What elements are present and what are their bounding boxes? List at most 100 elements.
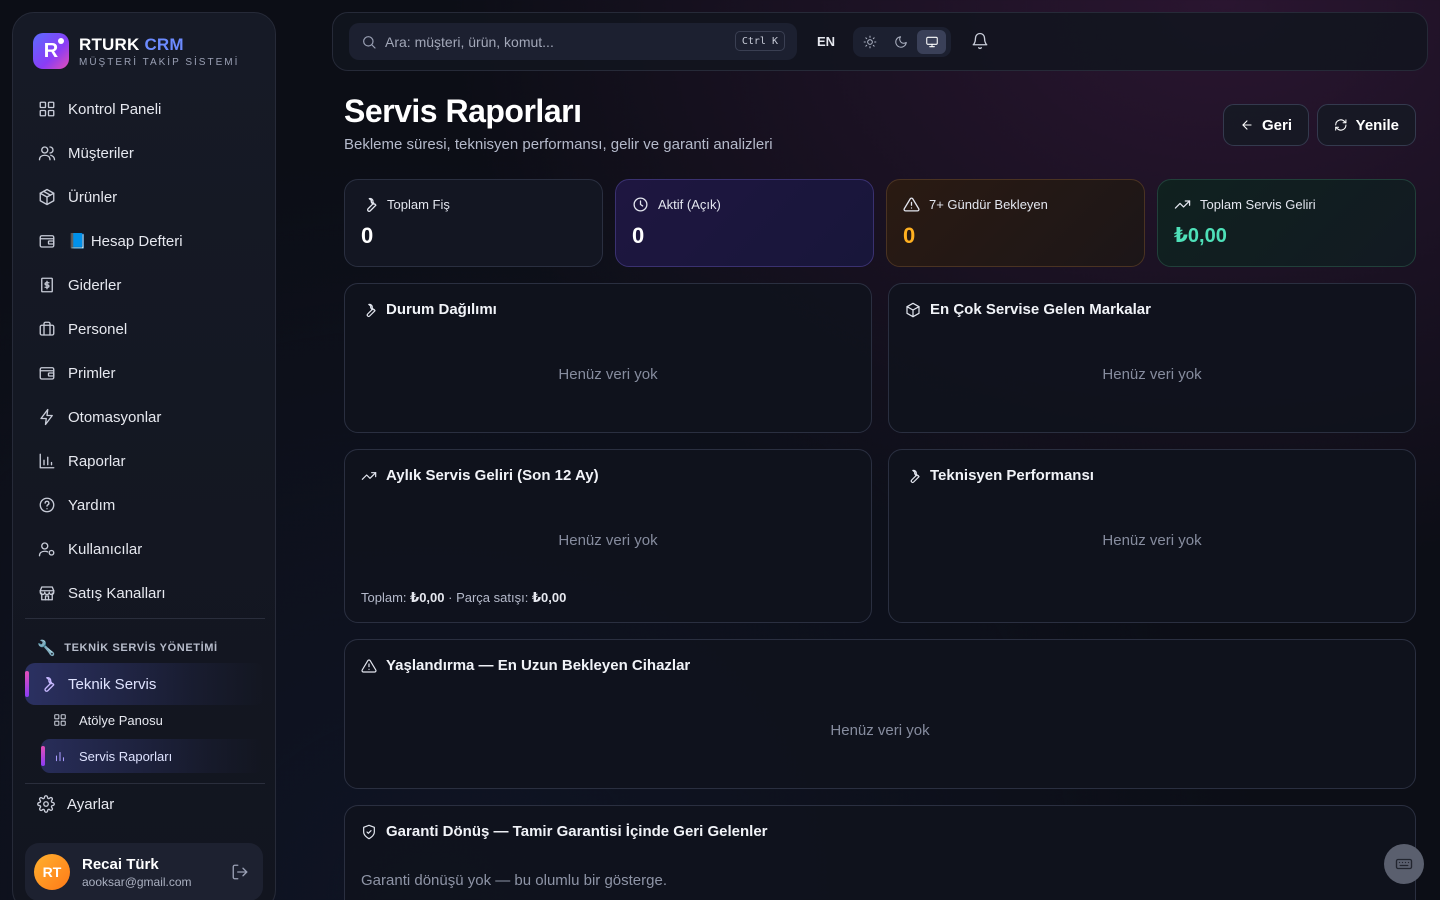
users-icon [38,146,56,161]
wrench-icon [44,676,55,692]
sidebar-item-raporlar[interactable]: Raporlar [25,439,265,483]
panel-top-brands: En Çok Servise Gelen Markalar Henüz veri… [888,283,1416,433]
sidebar-item-label: Kontrol Paneli [68,100,162,118]
sidebar-item-primler[interactable]: Primler [25,351,265,395]
sidebar: R RTURK CRM MÜŞTERİ TAKİP SİSTEMİ Kontro… [12,12,276,900]
empty-state: Henüz veri yok [558,366,658,383]
empty-state: Henüz veri yok [558,532,658,549]
stat-card-active: Aktif (Açık) 0 [615,179,874,267]
refresh-button[interactable]: Yenile [1317,104,1416,146]
brand-subtitle: MÜŞTERİ TAKİP SİSTEMİ [79,56,240,68]
notifications-button[interactable] [971,32,989,50]
stat-value: 0 [632,223,645,248]
theme-system-button[interactable] [917,30,947,54]
bell-icon [972,32,988,50]
page-title: Servis Raporları [344,93,582,129]
logout-button[interactable] [231,863,249,881]
back-button[interactable]: Geri [1223,104,1309,146]
language-toggle[interactable]: EN [817,34,835,49]
alert-triangle-icon [903,197,920,212]
sidebar-item-teknik-servis[interactable]: Teknik Servis [25,663,265,705]
sidebar-item-label: Satış Kanalları [68,584,166,602]
sidebar-item-musteriler[interactable]: Müşteriler [25,131,265,175]
brand-name: RTURK CRM [79,34,184,54]
keyboard-icon [1395,858,1413,870]
sidebar-item-kontrol-paneli[interactable]: Kontrol Paneli [25,87,265,131]
sidebar-item-label: Primler [68,364,116,382]
panel-status-distribution: Durum Dağılımı Henüz veri yok [344,283,872,433]
help-circle-icon [39,497,55,513]
clock-icon [633,197,648,212]
sidebar-item-label: Ürünler [68,188,118,206]
shortcut-hint: Ctrl K [734,31,785,51]
stat-label: Toplam Servis Geliri [1200,197,1316,212]
panel-title: En Çok Servise Gelen Markalar [930,301,1151,318]
search-input[interactable] [385,33,725,50]
gear-icon [37,795,55,813]
sidebar-item-hesap-defteri[interactable]: 📘 Hesap Defteri [25,219,265,263]
sidebar-item-label: Kullanıcılar [68,540,143,558]
sidebar-item-satis-kanallari[interactable]: Satış Kanalları [25,571,265,615]
sidebar-item-yardim[interactable]: Yardım [25,483,265,527]
topbar: Ctrl K EN [332,12,1428,71]
briefcase-icon [39,321,55,336]
dashboard-icon [39,101,55,117]
panel-title: Garanti Dönüş — Tamir Garantisi İçinde G… [386,823,768,840]
panel-monthly-revenue: Aylık Servis Geliri (Son 12 Ay) Henüz ve… [344,449,872,623]
sidebar-subitem-servis-raporlari[interactable]: Servis Raporları [41,739,263,773]
dashboard-icon [54,714,66,726]
stat-label: 7+ Gündür Bekleyen [929,197,1048,212]
sidebar-item-label: Otomasyonlar [68,408,162,426]
wrench-icon [367,197,377,212]
sidebar-divider [25,783,265,784]
sidebar-item-label: Giderler [68,276,122,294]
user-email: aooksar@gmail.com [82,874,192,889]
sidebar-item-ayarlar[interactable]: Ayarlar [37,795,114,813]
user-cog-icon [38,542,55,557]
stat-card-waiting: 7+ Gündür Bekleyen 0 [886,179,1145,267]
wallet-icon [39,367,55,380]
settings-label: Ayarlar [67,795,115,813]
search-box[interactable]: Ctrl K [349,23,797,60]
sidebar-item-otomasyonlar[interactable]: Otomasyonlar [25,395,265,439]
panel-title: Yaşlandırma — En Uzun Bekleyen Cihazlar [386,657,691,674]
stat-card-revenue: Toplam Servis Geliri ₺0,00 [1157,179,1416,267]
section-label-teknik-servis: 🔧 TEKNİK SERVİS YÖNETİMİ [37,640,218,657]
sidebar-item-personel[interactable]: Personel [25,307,265,351]
keyboard-shortcuts-button[interactable] [1384,844,1424,884]
theme-switcher [853,27,951,57]
empty-state: Henüz veri yok [1102,532,1202,549]
sidebar-subitem-atolye-panosu[interactable]: Atölye Panosu [41,703,263,737]
shield-check-icon [363,824,375,839]
panel-warranty-returns: Garanti Dönüş — Tamir Garantisi İçinde G… [344,805,1416,900]
sun-icon [863,35,877,49]
sidebar-item-label: Yardım [68,496,116,514]
empty-state: Henüz veri yok [1102,366,1202,383]
store-icon [39,586,55,601]
wallet-icon [39,235,55,248]
moon-icon [895,36,907,48]
refresh-icon [1335,119,1347,131]
theme-dark-button[interactable] [887,30,916,54]
trending-up-icon [361,471,377,480]
user-card[interactable]: RT Recai Türk aooksar@gmail.com [25,843,263,900]
sidebar-item-giderler[interactable]: Giderler [25,263,265,307]
brand[interactable]: R RTURK CRM MÜŞTERİ TAKİP SİSTEMİ [33,33,239,69]
bar-chart-icon [55,751,65,762]
stat-label: Aktif (Açık) [658,197,721,212]
alert-triangle-icon [361,658,377,673]
total-revenue-value: ₺0,00 [410,590,445,605]
empty-state: Henüz veri yok [830,722,930,739]
revenue-summary: Toplam: ₺0,00 · Parça satışı: ₺0,00 [361,590,567,605]
logout-icon [232,864,248,880]
panel-title: Durum Dağılımı [386,301,497,318]
sidebar-item-urunler[interactable]: Ürünler [25,175,265,219]
package-icon [39,188,55,206]
theme-light-button[interactable] [856,30,885,54]
panel-title: Teknisyen Performansı [930,467,1094,484]
search-icon [363,35,376,49]
sidebar-item-kullanicilar[interactable]: Kullanıcılar [25,527,265,571]
sidebar-item-label: Müşteriler [68,144,134,162]
stat-value: 0 [361,223,374,248]
sidebar-nav: Kontrol Paneli Müşteriler Ürünler 📘 Hesa… [25,87,265,615]
